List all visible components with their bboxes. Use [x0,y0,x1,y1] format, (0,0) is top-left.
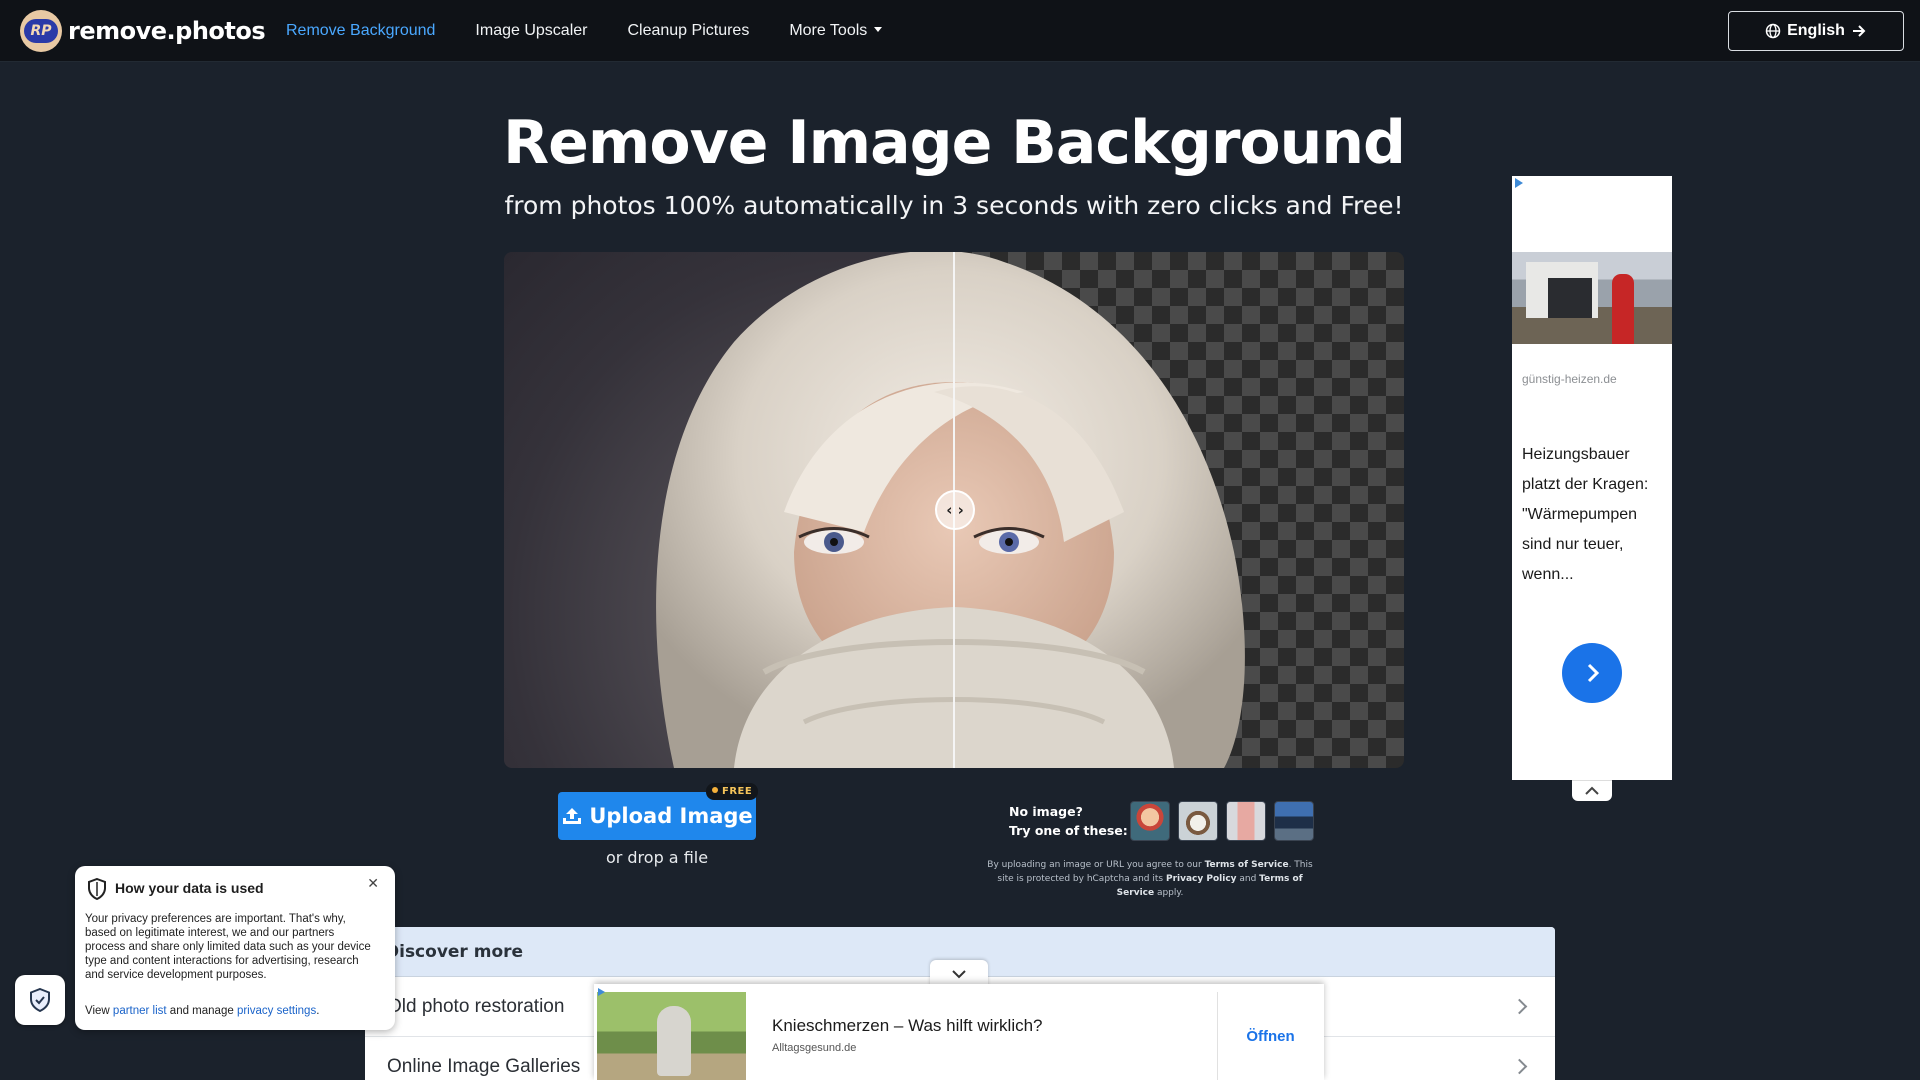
bottom-ad-image[interactable] [597,992,746,1080]
compare-slider-handle[interactable]: ‹ › [935,490,975,530]
globe-icon [1765,23,1781,39]
nav-link-image-upscaler[interactable]: Image Upscaler [475,22,587,40]
privacy-body: Your privacy preferences are important. … [85,913,371,981]
free-badge: FREE [706,783,759,800]
chevron-up-icon [1585,786,1599,795]
terms-of-service-link[interactable]: Terms of Service [1205,860,1289,870]
brand-logo[interactable]: RP remove.photos [20,10,266,52]
ad-person-shape [1612,274,1634,344]
legal-text-1: By uploading an image or URL you agree t… [987,860,1205,870]
discover-row-label: Online Image Galleries [387,1055,581,1077]
chevron-right-icon [1511,998,1528,1015]
ad-go-button[interactable] [1562,643,1622,703]
language-button[interactable]: English [1728,11,1904,51]
upload-button-label: Upload Image [589,804,753,828]
nav-link-cleanup-pictures[interactable]: Cleanup Pictures [627,22,749,40]
drop-file-hint: or drop a file [605,848,709,867]
adchoices-icon[interactable] [598,988,605,996]
chevron-down-icon [952,969,966,978]
chevron-right-icon [1587,663,1600,683]
sample-prompt: No image? Try one of these: [1009,802,1128,840]
privacy-popup: How your data is used ✕ Your privacy pre… [75,866,395,1030]
close-icon[interactable]: ✕ [367,876,379,892]
privacy-title: How your data is used [115,880,264,896]
caret-down-icon [874,27,883,32]
sample-prompt-line2: Try one of these: [1009,823,1128,838]
badge-dot-icon [712,787,718,793]
privacy-foot-text: View [85,1005,113,1017]
top-navbar: RP remove.photos Remove Background Image… [0,0,1920,62]
privacy-settings-button[interactable] [15,975,65,1025]
legal-text-3: and [1236,874,1260,884]
language-label: English [1787,22,1845,39]
discover-row-label: Old photo restoration [387,995,565,1017]
legal-notice: By uploading an image or URL you agree t… [980,858,1320,900]
arrow-right-icon [1852,25,1866,37]
privacy-foot-text: and manage [166,1005,237,1017]
ad-image[interactable] [1512,252,1672,344]
nav-link-more-tools[interactable]: More Tools [789,22,883,40]
chevron-right-icon [1511,1058,1528,1075]
partner-list-link[interactable]: partner list [113,1005,167,1017]
bottom-ad-title[interactable]: Knieschmerzen – Was hilft wirklich? [772,1016,1043,1036]
sidebar-ad[interactable]: günstig-heizen.de Heizungsbauer platzt d… [1512,176,1672,780]
page-title: Remove Image Background [502,108,1406,178]
legal-text-4: apply. [1154,888,1184,898]
sample-thumb-phone[interactable] [1226,801,1266,841]
privacy-footer: View partner list and manage privacy set… [85,1005,319,1017]
nav-link-remove-background[interactable]: Remove Background [286,22,435,40]
free-badge-label: FREE [722,786,753,797]
logo-mark-icon: RP [20,10,62,52]
bottom-ad-open-button[interactable]: Öffnen [1217,992,1324,1080]
bottom-ad-toggle[interactable] [930,960,988,987]
sample-thumb-dog[interactable] [1178,801,1218,841]
ad-domain: günstig-heizen.de [1522,372,1617,386]
adchoices-icon[interactable] [1515,178,1523,188]
more-tools-label: More Tools [789,22,868,39]
sample-thumb-woman[interactable] [1130,801,1170,841]
brand-name: remove.photos [68,17,266,45]
shield-check-icon [30,988,50,1012]
shield-icon [88,878,106,900]
bottom-banner-ad[interactable]: Knieschmerzen – Was hilft wirklich? Allt… [594,984,1324,1080]
privacy-policy-link[interactable]: Privacy Policy [1166,874,1237,884]
ad-headline[interactable]: Heizungsbauer platzt der Kragen: "Wärmep… [1522,440,1662,590]
privacy-foot-text: . [316,1005,320,1017]
sample-thumbnails [1130,801,1322,841]
bottom-ad-domain: Alltagsgesund.de [772,1042,857,1054]
ad-house-shape [1526,262,1598,318]
sample-thumb-car[interactable] [1274,801,1314,841]
upload-icon [563,808,582,824]
sample-prompt-line1: No image? [1009,804,1083,819]
before-after-comparison[interactable]: ‹ › [504,252,1404,768]
privacy-settings-link[interactable]: privacy settings [237,1005,316,1017]
logo-mark-text: RP [24,19,58,43]
ad-collapse-button[interactable] [1572,780,1612,801]
nav-links: Remove Background Image Upscaler Cleanup… [286,0,922,62]
